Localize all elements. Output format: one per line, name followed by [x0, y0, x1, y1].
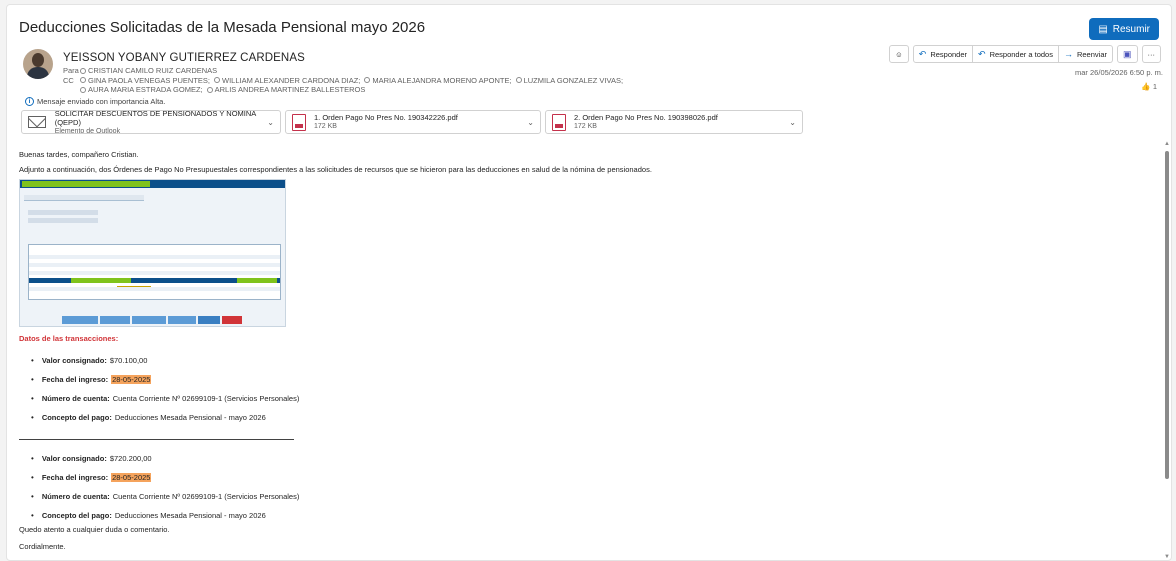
teams-icon: ▣ — [1122, 48, 1132, 59]
reply-label: Responder — [930, 49, 968, 59]
attachment-name: SOLICITAR DESCUENTOS DE PENSIONADOS Y NO… — [54, 108, 256, 127]
summarize-button[interactable]: ▤ Resumir — [1089, 18, 1159, 40]
list-item: Valor consignado:$70.100,00 — [31, 351, 299, 370]
emoji-reaction-button[interactable]: ☺ — [889, 45, 909, 63]
chevron-down-icon[interactable]: ⌄ — [527, 118, 534, 127]
smiley-icon: ☺ — [895, 49, 903, 59]
recipients: Para CRISTIAN CAMILO RUIZ CARDENAS CC GINA… — [63, 66, 623, 95]
teams-button[interactable]: ▣ — [1116, 45, 1138, 63]
closing-line: Quedo atento a cualquier duda o comentar… — [19, 525, 170, 534]
chevron-down-icon[interactable]: ⌄ — [789, 118, 796, 127]
forward-icon: → — [1063, 49, 1073, 59]
cc-recipient[interactable]: MARIA ALEJANDRA MORENO APONTE; — [372, 76, 511, 85]
reply-icon: ↶ — [918, 48, 927, 59]
reaction-count[interactable]: 👍 1 — [1141, 82, 1157, 91]
more-icon: ··· — [1147, 49, 1156, 59]
to-line: Para CRISTIAN CAMILO RUIZ CARDENAS — [63, 66, 623, 76]
chevron-down-icon[interactable]: ⌄ — [267, 118, 274, 127]
summarize-label: Resumir — [1112, 23, 1150, 35]
scroll-up-icon[interactable]: ▲ — [1164, 141, 1170, 147]
reply-all-label: Responder a todos — [989, 49, 1053, 59]
cc-line-1: CC GINA PAOLA VENEGAS PUENTES; WILLIAM ALE… — [63, 76, 623, 86]
importance-text: Mensaje enviado con importancia Alta. — [37, 97, 166, 106]
email-subject: Deducciones Solicitadas de la Mesada Pen… — [19, 19, 426, 36]
attachment-pdf-2[interactable]: 2. Orden Pago No Pres No. 190398026.pdf … — [545, 110, 803, 134]
list-item: Concepto del pago:Deducciones Mesada Pen… — [31, 408, 299, 427]
cc-recipient[interactable]: WILLIAM ALEXANDER CARDONA DIAZ; — [222, 76, 360, 85]
embedded-screenshot — [19, 179, 286, 327]
like-count: 1 — [1152, 82, 1157, 91]
to-label: Para — [63, 66, 79, 75]
forward-button[interactable]: → Reenviar — [1058, 45, 1113, 63]
cc-label: CC — [63, 75, 74, 85]
list-item: Fecha del ingreso:28-05-2025 — [31, 370, 299, 389]
attachment-outlook-item[interactable]: SOLICITAR DESCUENTOS DE PENSIONADOS Y NO… — [21, 108, 281, 135]
envelope-icon — [28, 116, 46, 128]
attachment-name: 2. Orden Pago No Pres No. 190398026.pdf — [574, 113, 718, 122]
attachment-size: 172 KB — [574, 123, 597, 130]
sent-date: mar 26/05/2026 6:50 p. m. — [1075, 68, 1163, 77]
cc-recipient[interactable]: AURA MARIA ESTRADA GOMEZ; — [88, 85, 203, 94]
scrollbar[interactable]: ▲ ▼ — [1163, 141, 1171, 560]
importance-notice: i Mensaje enviado con importancia Alta. — [25, 97, 165, 106]
cc-recipient[interactable]: GINA PAOLA VENEGAS PUENTES; — [88, 76, 210, 85]
transactions-heading: Datos de las transacciones: — [19, 334, 119, 343]
list-item: Fecha del ingreso:28-05-2025 — [31, 468, 299, 487]
attachment-size: 172 KB — [314, 123, 337, 130]
sender-name[interactable]: YEISSON YOBANY GUTIERREZ CARDENAS — [63, 52, 305, 64]
attachment-pdf-1[interactable]: 1. Orden Pago No Pres No. 190342226.pdf … — [285, 110, 541, 134]
greeting: Buenas tardes, compañero Cristian. — [19, 150, 139, 159]
transaction-list-1: Valor consignado:$70.100,00 Fecha del in… — [31, 351, 300, 427]
reading-pane: Deducciones Solicitadas de la Mesada Pen… — [6, 4, 1172, 561]
scroll-down-icon[interactable]: ▼ — [1164, 554, 1170, 560]
list-item: Número de cuenta:Cuenta Corriente Nº 026… — [31, 487, 300, 506]
attachment-name: 1. Orden Pago No Pres No. 190342226.pdf — [314, 113, 458, 122]
more-actions-button[interactable]: ··· — [1141, 45, 1161, 63]
reply-all-button[interactable]: ↶ Responder a todos — [973, 45, 1059, 63]
pdf-icon — [292, 113, 306, 131]
info-icon: i — [25, 97, 34, 106]
thumbs-up-icon: 👍 — [1141, 82, 1151, 91]
list-item: Concepto del pago:Deducciones Mesada Pen… — [31, 506, 299, 525]
pdf-icon — [552, 113, 566, 131]
sender-avatar[interactable] — [23, 49, 53, 79]
divider — [19, 439, 294, 440]
to-recipient[interactable]: CRISTIAN CAMILO RUIZ CARDENAS — [88, 66, 217, 75]
intro-paragraph: Adjunto a continuación, dos Órdenes de P… — [19, 165, 652, 174]
reply-button[interactable]: ↶ Responder — [912, 45, 974, 63]
cc-line-2: AURA MARIA ESTRADA GOMEZ; ARLIS ANDREA MA… — [63, 85, 623, 95]
list-item: Número de cuenta:Cuenta Corriente Nº 026… — [31, 389, 300, 408]
reply-all-icon: ↶ — [978, 48, 986, 59]
signoff: Cordialmente. — [19, 542, 66, 551]
cc-recipient[interactable]: ARLIS ANDREA MARTINEZ BALLESTEROS — [215, 85, 366, 94]
cc-recipient[interactable]: LUZMILA GONZALEZ VIVAS; — [524, 76, 623, 85]
transaction-list-2: Valor consignado:$720.200,00 Fecha del i… — [31, 449, 300, 525]
list-item: Valor consignado:$720.200,00 — [31, 449, 299, 468]
forward-label: Reenviar — [1076, 49, 1107, 59]
message-actions: ☺ ↶ Responder ↶ Responder a todos → Reenvia… — [889, 45, 1161, 63]
summarize-icon: ▤ — [1098, 23, 1108, 35]
scrollbar-thumb[interactable] — [1165, 151, 1169, 479]
attachment-type: Elemento de Outlook — [54, 127, 121, 135]
